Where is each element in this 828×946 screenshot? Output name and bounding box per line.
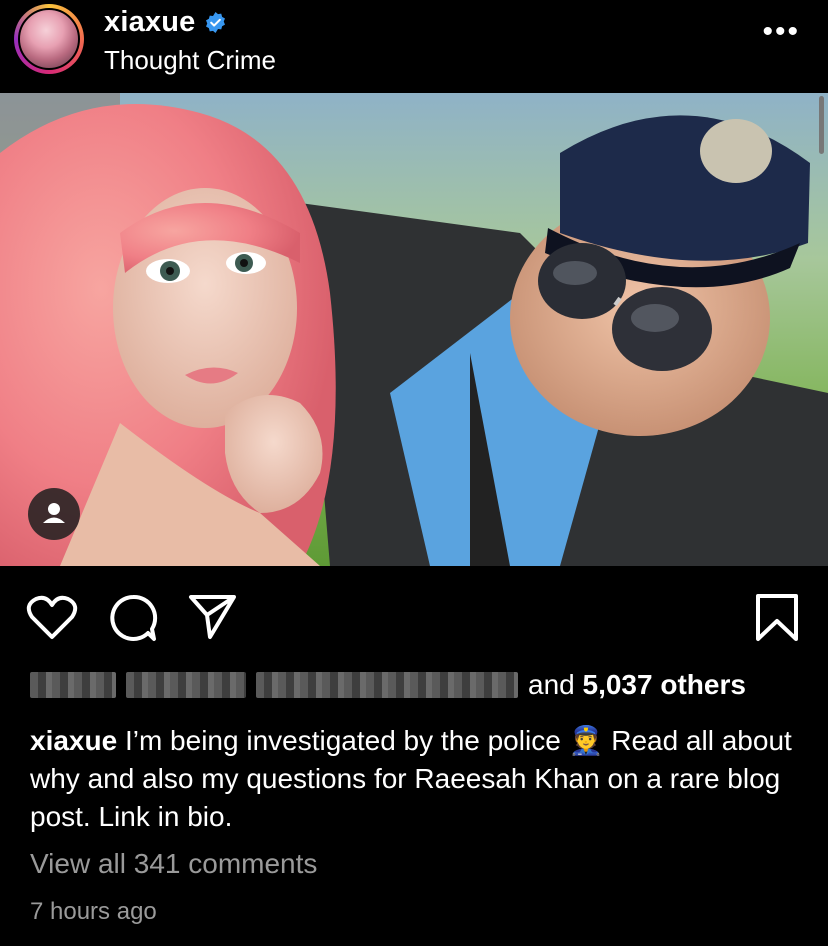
post-photo-illustration [0,93,828,566]
more-options-icon[interactable]: ••• [762,17,800,47]
post-caption: xiaxue I’m being investigated by the pol… [30,722,800,836]
share-icon[interactable] [188,593,238,646]
likes-summary[interactable]: and 5,037 others [30,668,810,702]
likes-count[interactable]: 5,037 others [583,669,746,701]
post-photo[interactable] [0,93,828,566]
user-tag-icon[interactable] [28,488,80,540]
like-heart-icon[interactable] [26,593,78,646]
username[interactable]: xiaxue [104,6,196,39]
caption-text-before: I’m being investigated by the police [124,725,561,756]
view-all-comments-link[interactable]: View all 341 comments [30,848,317,880]
comment-icon[interactable] [108,593,158,648]
post-action-bar [0,575,828,645]
likes-and: and [528,669,575,700]
liker-name-redacted [256,672,518,698]
police-emoji: 👮 [568,725,604,756]
post-header: xiaxue Thought Crime ••• [0,0,828,90]
save-bookmark-icon[interactable] [754,593,800,648]
liker-avatars-redacted [30,672,116,698]
liker-name-redacted [126,672,246,698]
caption-username[interactable]: xiaxue [30,725,117,756]
story-ring[interactable] [14,4,84,74]
post-subtitle[interactable]: Thought Crime [104,45,276,76]
username-row: xiaxue [104,6,227,39]
verified-badge-icon [205,11,225,34]
post-timestamp: 7 hours ago [30,898,157,925]
avatar[interactable] [18,8,80,70]
scrollbar[interactable] [819,96,824,154]
